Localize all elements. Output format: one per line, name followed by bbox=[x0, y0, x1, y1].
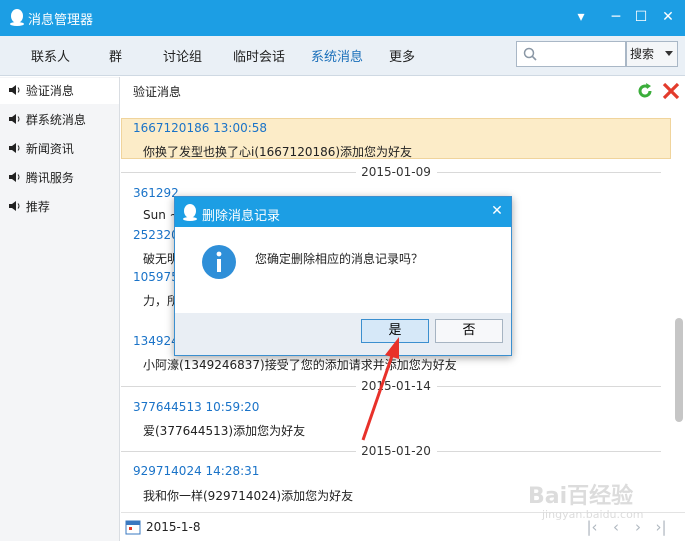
search-box bbox=[516, 41, 626, 67]
minimize-icon[interactable]: ─ bbox=[607, 8, 625, 26]
page-title: 验证消息 bbox=[133, 85, 182, 99]
search-input[interactable] bbox=[541, 45, 621, 63]
confirm-yes-button[interactable]: 是 bbox=[361, 319, 429, 343]
window-title: 消息管理器 bbox=[28, 13, 94, 28]
date-label: 2015-01-20 bbox=[361, 444, 431, 458]
message-text: 爱(377644513)添加您为好友 bbox=[143, 424, 306, 438]
sidebar-item-tencent-service[interactable]: 腾讯服务 bbox=[0, 165, 119, 191]
category-nav: 联系人 群 讨论组 临时会话 系统消息 更多 搜索 bbox=[0, 36, 685, 76]
sidebar-item-recommend[interactable]: 推荐 bbox=[0, 194, 119, 220]
sidebar-item-label: 腾讯服务 bbox=[25, 171, 74, 185]
scrollbar[interactable] bbox=[672, 111, 685, 513]
qq-penguin-icon bbox=[10, 9, 24, 26]
speaker-icon bbox=[9, 172, 20, 182]
skin-icon[interactable]: ▾ bbox=[572, 8, 590, 26]
message-sender[interactable]: 1667120186 13:00:58 bbox=[133, 121, 267, 135]
message-sender[interactable]: 929714024 14:28:31 bbox=[133, 464, 259, 478]
search-icon bbox=[523, 47, 537, 61]
scrollbar-thumb[interactable] bbox=[675, 318, 683, 422]
delete-icon[interactable] bbox=[661, 81, 681, 101]
tab-contacts[interactable]: 联系人 bbox=[31, 46, 70, 65]
next-page-icon[interactable]: › bbox=[631, 518, 645, 536]
close-icon[interactable]: ✕ bbox=[659, 8, 677, 26]
message-sender[interactable]: 377644513 10:59:20 bbox=[133, 400, 259, 414]
message-sender[interactable]: 134924 bbox=[133, 334, 179, 348]
message-text: 我和你一样(929714024)添加您为好友 bbox=[143, 489, 354, 503]
current-date: 2015-1-8 bbox=[146, 520, 201, 534]
date-separator: 2015-01-09 bbox=[121, 165, 661, 179]
sidebar-item-label: 推荐 bbox=[25, 200, 50, 214]
speaker-icon bbox=[9, 114, 20, 124]
tab-temp-chats[interactable]: 临时会话 bbox=[233, 46, 285, 65]
last-page-icon[interactable]: ›| bbox=[654, 518, 668, 536]
tab-more[interactable]: 更多 bbox=[389, 46, 415, 65]
chevron-down-icon bbox=[665, 51, 673, 56]
maximize-icon[interactable]: ☐ bbox=[632, 8, 650, 26]
sidebar-item-label: 群系统消息 bbox=[25, 113, 86, 127]
message-sender[interactable]: 105975 bbox=[133, 270, 179, 284]
speaker-icon bbox=[9, 85, 20, 95]
date-separator: 2015-01-14 bbox=[121, 379, 661, 393]
date-label: 2015-01-14 bbox=[361, 379, 431, 393]
tab-system-messages[interactable]: 系统消息 bbox=[311, 46, 363, 65]
sidebar-item-group-system[interactable]: 群系统消息 bbox=[0, 107, 119, 133]
message-sender[interactable]: 252320 bbox=[133, 228, 179, 242]
calendar-icon[interactable] bbox=[125, 519, 141, 535]
dialog-title: 删除消息记录 bbox=[202, 209, 281, 224]
date-label: 2015-01-09 bbox=[361, 165, 431, 179]
refresh-icon[interactable] bbox=[635, 81, 655, 101]
delete-confirm-dialog: 删除消息记录 ✕ 您确定删除相应的消息记录吗？ 是 否 bbox=[174, 196, 512, 356]
dialog-message: 您确定删除相应的消息记录吗？ bbox=[255, 252, 424, 266]
tab-discussions[interactable]: 讨论组 bbox=[163, 46, 202, 65]
sidebar-item-label: 新闻资讯 bbox=[25, 142, 74, 156]
sidebar-item-news[interactable]: 新闻资讯 bbox=[0, 136, 119, 162]
speaker-icon bbox=[9, 143, 20, 153]
sidebar-item-verification[interactable]: 验证消息 bbox=[0, 78, 119, 104]
sidebar: 验证消息 群系统消息 新闻资讯 腾讯服务 推荐 bbox=[0, 77, 120, 541]
message-sender[interactable]: 361292 bbox=[133, 186, 179, 200]
title-bar: 消息管理器 ▾ ─ ☐ ✕ bbox=[0, 0, 685, 36]
message-text: 你换了发型也换了心i(1667120186)添加您为好友 bbox=[143, 145, 413, 159]
qq-penguin-icon bbox=[183, 204, 197, 221]
speaker-icon bbox=[9, 201, 20, 211]
sidebar-item-label: 验证消息 bbox=[25, 84, 74, 98]
info-icon bbox=[202, 245, 236, 279]
search-button[interactable]: 搜索 bbox=[626, 41, 678, 67]
search-button-label: 搜索 bbox=[630, 47, 655, 61]
prev-page-icon[interactable]: ‹ bbox=[609, 518, 623, 536]
dialog-close-icon[interactable]: ✕ bbox=[489, 203, 505, 219]
first-page-icon[interactable]: |‹ bbox=[585, 518, 599, 536]
date-separator: 2015-01-20 bbox=[121, 444, 661, 458]
message-text: 小阿濠(1349246837)接受了您的添加请求并添加您为好友 bbox=[143, 358, 457, 372]
tab-groups[interactable]: 群 bbox=[109, 46, 122, 65]
confirm-no-button[interactable]: 否 bbox=[435, 319, 503, 343]
dialog-title-bar: 删除消息记录 ✕ bbox=[175, 197, 511, 227]
bottom-toolbar: 2015-1-8 |‹ ‹ › ›| bbox=[121, 512, 685, 541]
